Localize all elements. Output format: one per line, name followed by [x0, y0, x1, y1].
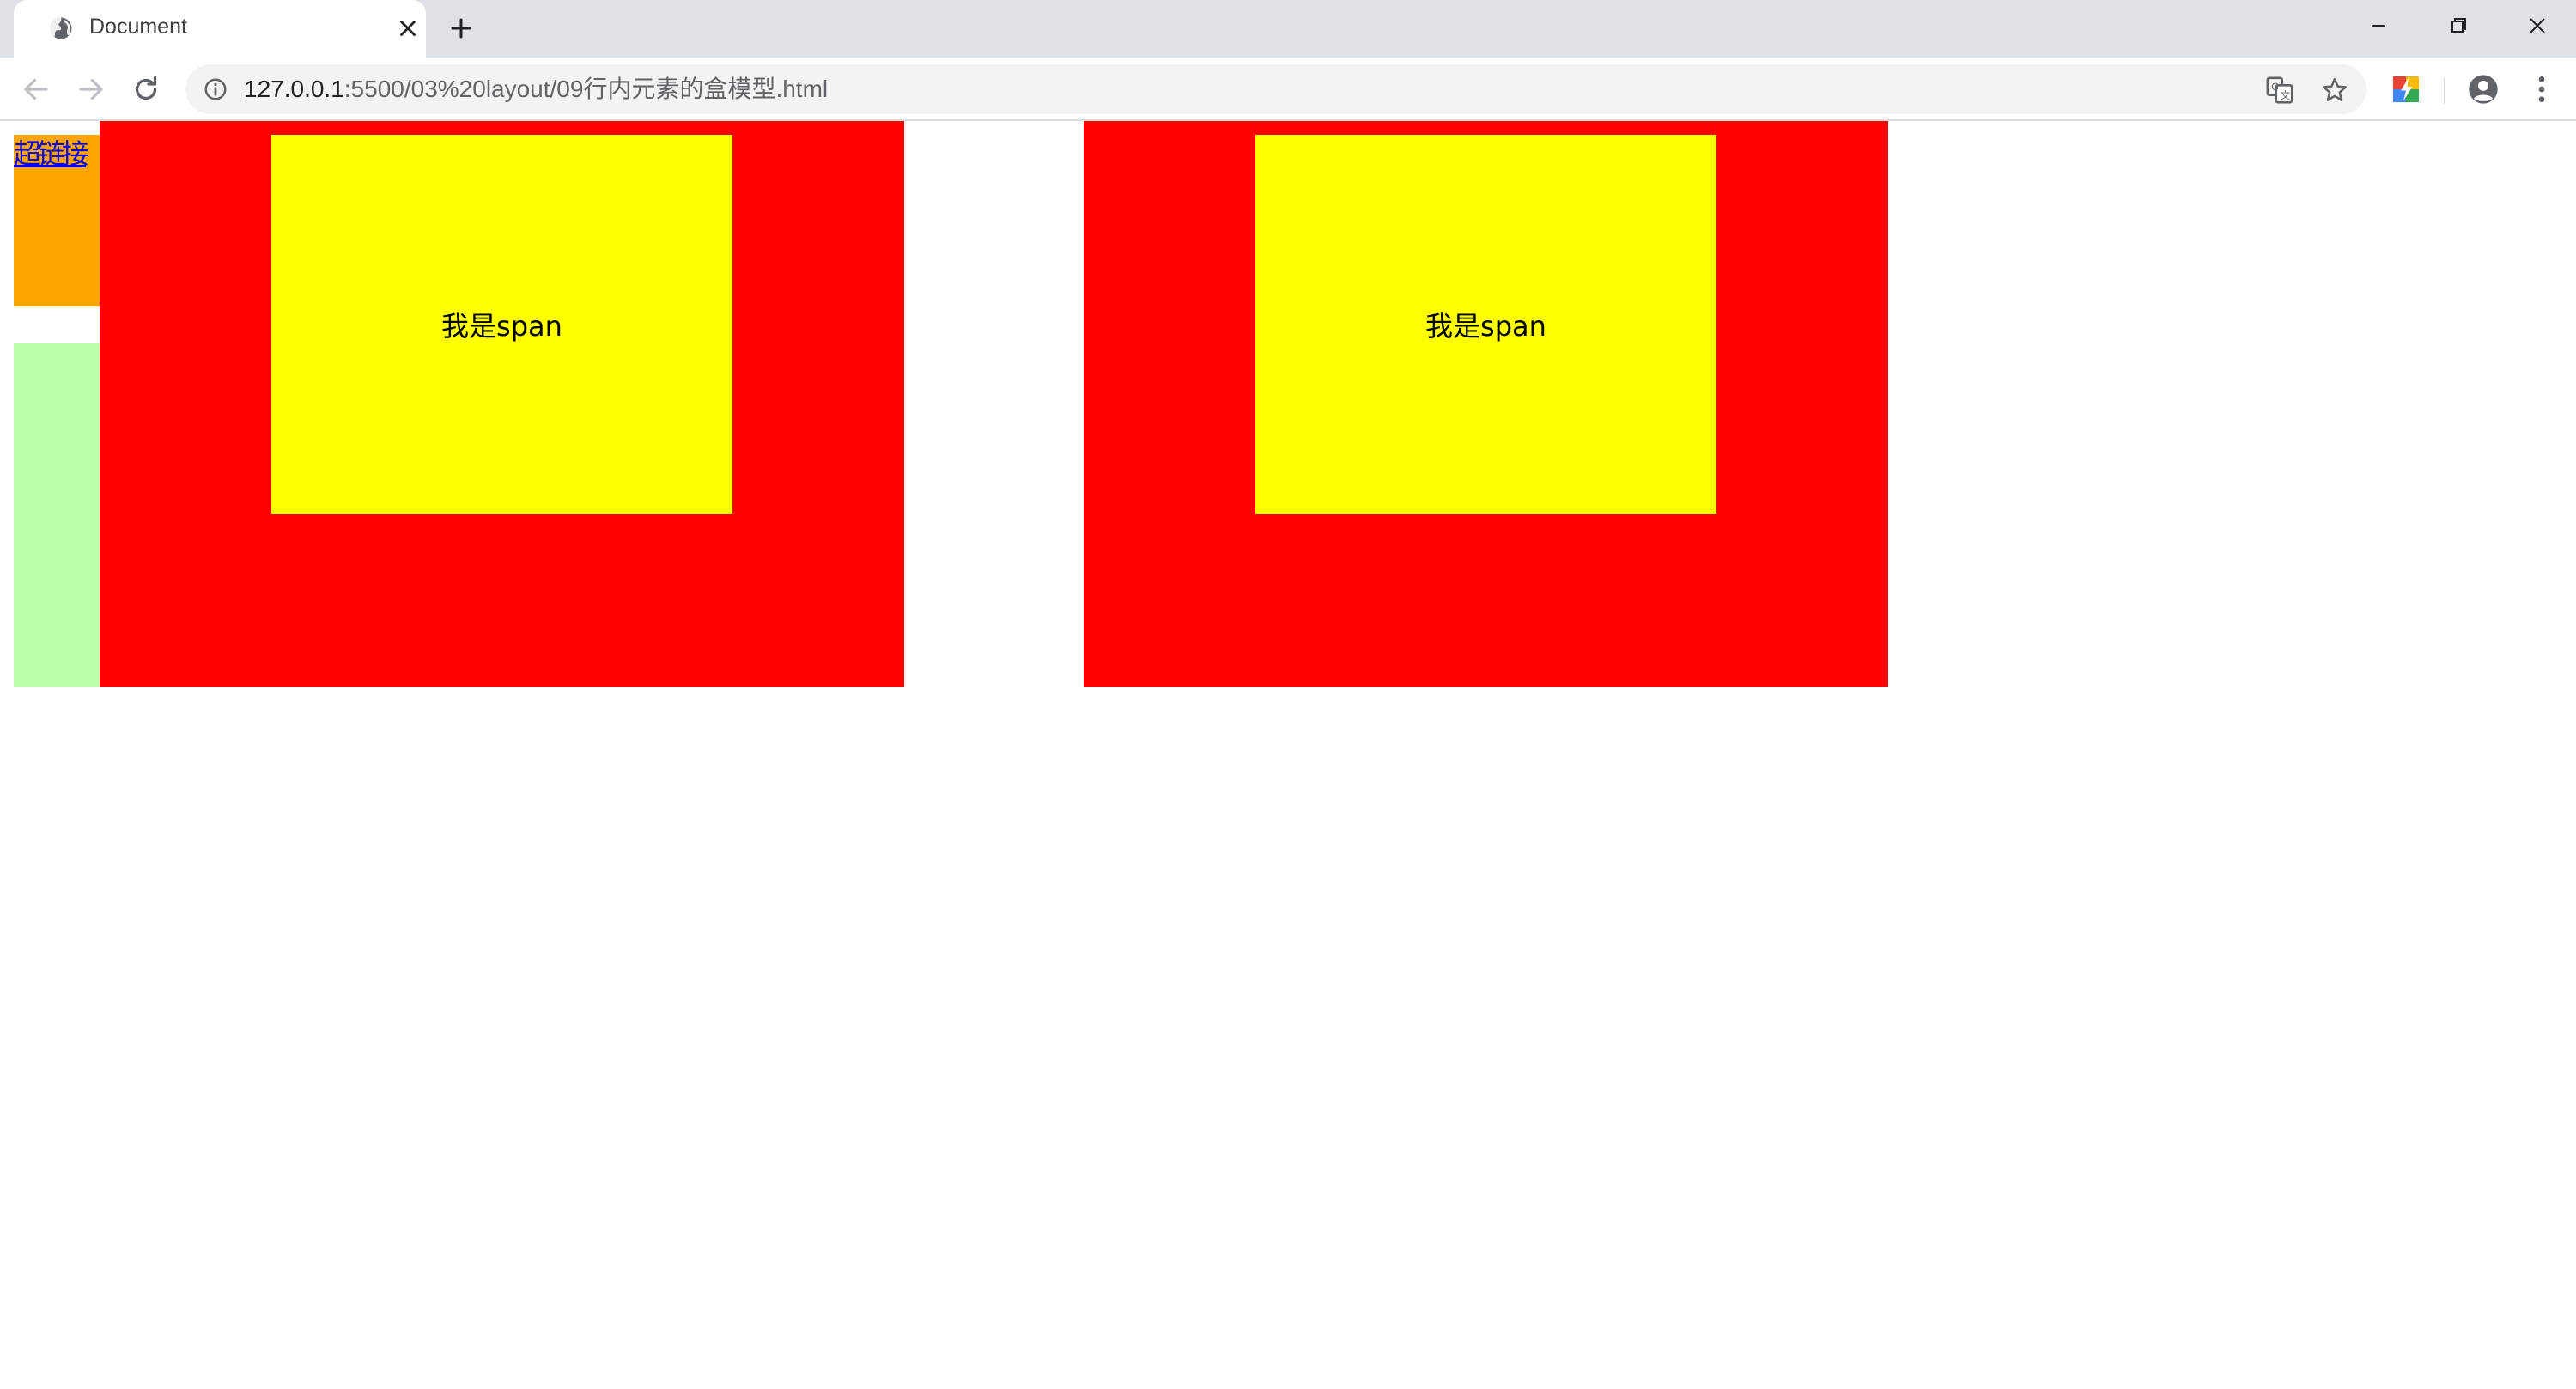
- translate-icon[interactable]: G 文: [2265, 76, 2294, 105]
- globe-icon: [50, 17, 72, 39]
- active-tab[interactable]: Document: [14, 0, 426, 58]
- span-text-1: 我是span: [441, 310, 562, 343]
- browser-toolbar: 127.0.0.1:5500/03%20layout/09行内元素的盒模型.ht…: [0, 58, 2576, 121]
- info-icon[interactable]: [203, 76, 228, 102]
- arrow-left-icon[interactable]: [21, 74, 52, 105]
- kebab-menu-icon[interactable]: [2524, 72, 2559, 106]
- close-icon[interactable]: [395, 15, 421, 41]
- restore-icon[interactable]: [2437, 9, 2480, 43]
- window-close-icon[interactable]: [2516, 9, 2559, 43]
- span-text-2: 我是span: [1425, 310, 1546, 343]
- minimize-icon[interactable]: [2357, 9, 2400, 43]
- green-box: [14, 343, 100, 687]
- span-box-2: 我是span: [1255, 135, 1716, 514]
- arrow-right-icon[interactable]: [76, 74, 106, 105]
- url-host: 127.0.0.1: [244, 76, 344, 102]
- toolbar-divider: [2444, 78, 2445, 104]
- page-viewport: 超链接 我是span 我是span: [0, 121, 2576, 1389]
- tab-title: Document: [89, 15, 187, 39]
- plus-icon[interactable]: [448, 15, 474, 41]
- star-icon[interactable]: [2320, 76, 2349, 105]
- reload-icon[interactable]: [131, 74, 161, 105]
- extension-icon[interactable]: [2391, 74, 2421, 105]
- svg-text:G: G: [2271, 81, 2279, 93]
- url-path: :5500/03%20layout/09行内元素的盒模型.html: [343, 76, 829, 102]
- address-bar[interactable]: 127.0.0.1:5500/03%20layout/09行内元素的盒模型.ht…: [185, 64, 2366, 114]
- url-text[interactable]: 127.0.0.1:5500/03%20layout/09行内元素的盒模型.ht…: [244, 76, 828, 102]
- hyperlink[interactable]: 超链接: [14, 135, 89, 173]
- svg-text:文: 文: [2281, 89, 2290, 101]
- span-box-1: 我是span: [271, 135, 732, 514]
- tab-strip: Document: [0, 0, 2576, 58]
- account-icon[interactable]: [2466, 72, 2500, 106]
